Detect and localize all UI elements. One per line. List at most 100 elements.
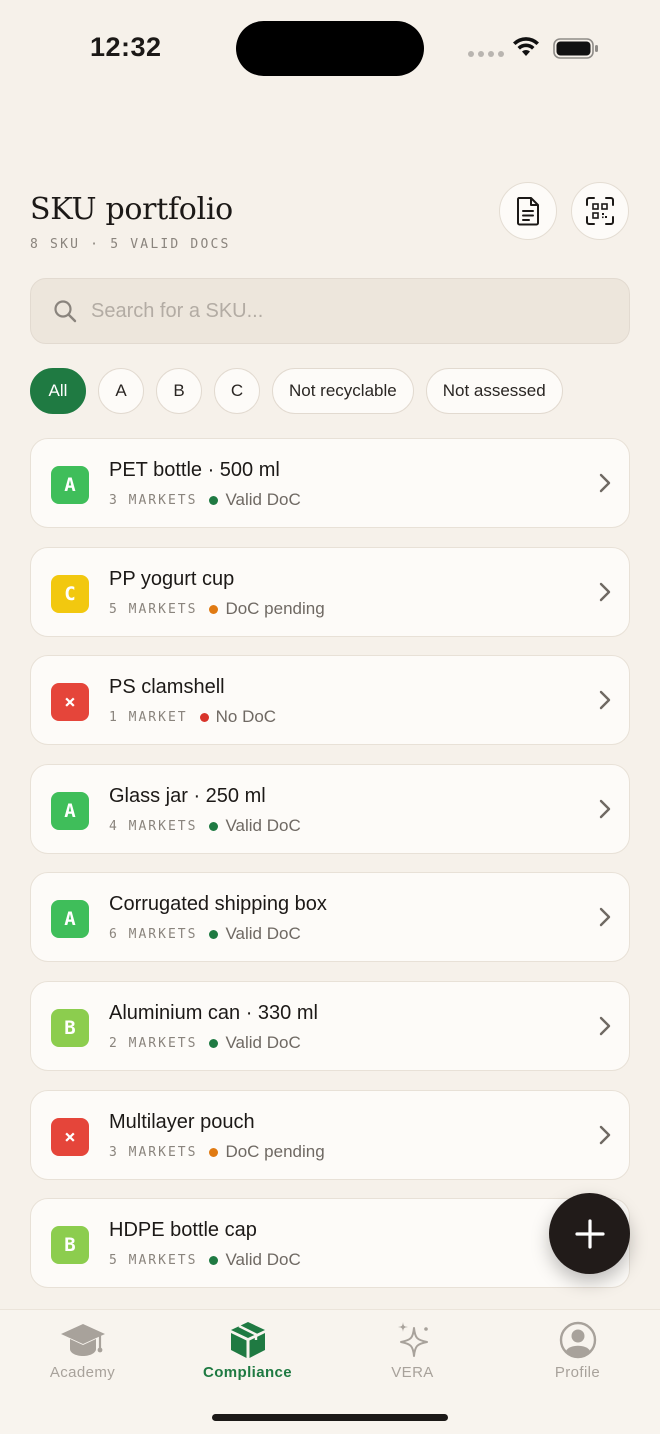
search-bar[interactable] (30, 278, 630, 344)
sku-meta: 1 MARKET No DoC (109, 707, 276, 727)
tab-label: Academy (49, 1364, 116, 1381)
filter-b[interactable]: B (156, 368, 202, 414)
sparkles-icon (397, 1322, 428, 1357)
sku-name: Corrugated shipping box (109, 893, 327, 915)
sku-card[interactable]: B Aluminium can · 330 ml 2 MARKETS Valid… (30, 981, 630, 1071)
sku-markets: 6 MARKETS (109, 926, 198, 942)
plus-icon (574, 1218, 605, 1249)
graduation-cap-icon (60, 1324, 105, 1356)
add-sku-button[interactable] (549, 1193, 630, 1274)
tab-vera[interactable]: VERA (330, 1310, 495, 1400)
chevron-right-icon (599, 1125, 611, 1145)
sku-card[interactable]: A Corrugated shipping box 6 MARKETS Vali… (30, 872, 630, 962)
chevron-right-icon (599, 690, 611, 710)
sku-status: Valid DoC (225, 490, 301, 509)
sku-name: Aluminium can · 330 ml (109, 1002, 318, 1024)
sku-card[interactable]: A PET bottle · 500 ml 3 MARKETS Valid Do… (30, 438, 630, 528)
grade-badge: × (51, 1118, 89, 1156)
chevron-right-icon (599, 582, 611, 602)
sku-card[interactable]: × PS clamshell 1 MARKET No DoC (30, 655, 630, 745)
sku-status: DoC pending (225, 1142, 325, 1161)
chevron-right-icon (599, 1016, 611, 1036)
sku-meta: 2 MARKETS Valid DoC (109, 1033, 301, 1053)
sku-name: PET bottle · 500 ml (109, 459, 280, 481)
sku-meta: 4 MARKETS Valid DoC (109, 816, 301, 836)
battery-icon (553, 38, 598, 59)
status-dot (209, 604, 219, 614)
documents-button[interactable] (499, 182, 557, 240)
sku-name: HDPE bottle cap (109, 1219, 257, 1241)
chevron-right-icon (599, 799, 611, 819)
sku-status: No DoC (215, 707, 277, 726)
qr-scan-icon (586, 197, 614, 225)
chevron-right-icon (599, 907, 611, 927)
grade-badge: A (51, 466, 89, 504)
sku-name: PP yogurt cup (109, 568, 235, 590)
search-input[interactable] (91, 299, 571, 323)
sku-name: Multilayer pouch (109, 1111, 255, 1133)
grade-badge: C (51, 575, 89, 613)
grade-badge: B (51, 1009, 89, 1047)
sku-status: Valid DoC (225, 924, 301, 943)
sku-markets: 4 MARKETS (109, 818, 198, 834)
status-dot (209, 929, 219, 939)
sku-name: PS clamshell (109, 676, 225, 698)
filter-not-recyclable[interactable]: Not recyclable (272, 368, 414, 414)
chevron-right-icon (599, 473, 611, 493)
tab-profile[interactable]: Profile (495, 1310, 660, 1400)
status-dot (199, 712, 209, 722)
status-dot (209, 1255, 219, 1265)
status-dot (209, 821, 219, 831)
sku-meta: 3 MARKETS Valid DoC (109, 490, 301, 510)
document-icon (517, 197, 539, 226)
sku-card[interactable]: × Multilayer pouch 3 MARKETS DoC pending (30, 1090, 630, 1180)
filter-a[interactable]: A (98, 368, 144, 414)
grade-badge: B (51, 1226, 89, 1264)
sku-meta: 3 MARKETS DoC pending (109, 1142, 325, 1162)
tab-label: Compliance (202, 1364, 293, 1381)
sku-markets: 3 MARKETS (109, 1144, 198, 1160)
page-subtitle: 8 SKU · 5 VALID DOCS (30, 237, 231, 252)
home-indicator (212, 1414, 448, 1421)
filter-c[interactable]: C (214, 368, 260, 414)
sku-markets: 2 MARKETS (109, 1035, 198, 1051)
tab-academy[interactable]: Academy (0, 1310, 165, 1400)
sku-meta: 5 MARKETS Valid DoC (109, 1250, 301, 1270)
search-icon (54, 300, 77, 323)
sku-status: Valid DoC (225, 1250, 301, 1269)
filter-all[interactable]: All (30, 368, 86, 414)
sku-markets: 5 MARKETS (109, 601, 198, 617)
signal-icon (468, 51, 504, 57)
sku-card[interactable]: C PP yogurt cup 5 MARKETS DoC pending (30, 547, 630, 637)
sku-markets: 3 MARKETS (109, 492, 198, 508)
dynamic-island (236, 21, 424, 76)
grade-badge: A (51, 792, 89, 830)
tab-compliance[interactable]: Compliance (165, 1310, 330, 1400)
sku-markets: 5 MARKETS (109, 1252, 198, 1268)
scan-button[interactable] (571, 182, 629, 240)
sku-meta: 5 MARKETS DoC pending (109, 599, 325, 619)
grade-badge: × (51, 683, 89, 721)
user-icon (559, 1321, 596, 1359)
sku-name: Glass jar · 250 ml (109, 785, 266, 807)
sku-card[interactable]: A Glass jar · 250 ml 4 MARKETS Valid DoC (30, 764, 630, 854)
page-title: SKU portfolio (30, 192, 233, 227)
status-dot (209, 495, 219, 505)
grade-badge: A (51, 900, 89, 938)
filter-not-assessed[interactable]: Not assessed (425, 368, 563, 414)
tab-label: VERA (391, 1364, 434, 1381)
package-icon (230, 1322, 265, 1358)
sku-status: Valid DoC (225, 816, 301, 835)
status-dot (209, 1038, 219, 1048)
filter-chips: All A B C Not recyclable Not assessed (30, 368, 563, 414)
status-bar: 12:32 (0, 0, 660, 96)
tab-label: Profile (554, 1364, 601, 1381)
sku-status: Valid DoC (225, 1033, 301, 1052)
sku-markets: 1 MARKET (109, 709, 188, 725)
status-dot (209, 1147, 219, 1157)
sku-card[interactable]: B HDPE bottle cap 5 MARKETS Valid DoC (30, 1198, 630, 1288)
sku-meta: 6 MARKETS Valid DoC (109, 924, 301, 944)
sku-status: DoC pending (225, 599, 325, 618)
status-time: 12:32 (90, 32, 162, 62)
wifi-icon (513, 37, 539, 56)
